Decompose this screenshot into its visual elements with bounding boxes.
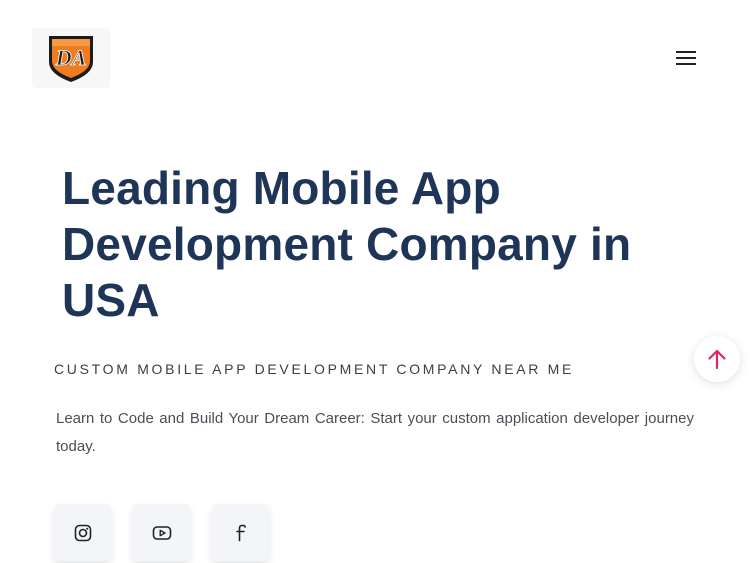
- youtube-icon: [152, 525, 171, 540]
- scroll-to-top-button[interactable]: [694, 336, 740, 382]
- menu-button[interactable]: [672, 44, 700, 72]
- instagram-icon: [74, 524, 91, 541]
- youtube-button[interactable]: [133, 504, 190, 561]
- arrow-up-icon: [708, 349, 726, 370]
- hero-subtitle: CUSTOM MOBILE APP DEVELOPMENT COMPANY NE…: [54, 361, 575, 377]
- social-links: [54, 504, 269, 561]
- logo-shield-icon: DA: [49, 36, 93, 82]
- page: DA Leading Mobile App Development Compan…: [0, 0, 750, 563]
- site-logo[interactable]: DA: [32, 28, 110, 88]
- hero-title: Leading Mobile App Development Company i…: [62, 162, 632, 326]
- facebook-icon: [235, 524, 246, 541]
- logo-text: DA: [55, 45, 87, 70]
- facebook-button[interactable]: [212, 504, 269, 561]
- instagram-button[interactable]: [54, 504, 111, 561]
- hamburger-menu-icon: [676, 51, 696, 65]
- hero-description: Learn to Code and Build Your Dream Caree…: [56, 410, 694, 455]
